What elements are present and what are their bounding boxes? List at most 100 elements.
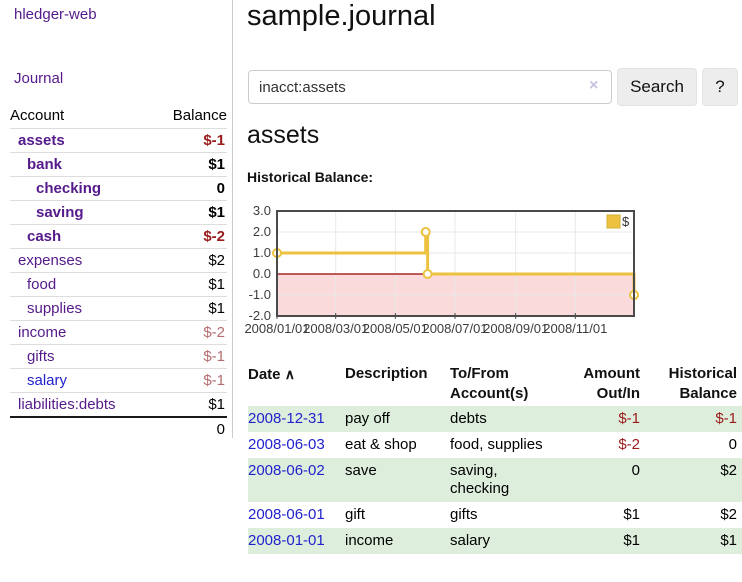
account-row: salary $-1 <box>10 369 227 393</box>
sidebar-item-journal[interactable]: Journal <box>14 70 63 87</box>
column-header-date[interactable]: Date ∧ <box>248 362 345 406</box>
transaction-date-link[interactable]: 2008-12-31 <box>248 410 325 427</box>
legend-swatch <box>607 215 620 228</box>
clear-search-icon[interactable]: × <box>589 78 598 94</box>
transaction-description: eat & shop <box>345 432 450 458</box>
sort-ascending-icon: ∧ <box>285 366 295 382</box>
account-page-title: assets <box>247 121 319 150</box>
x-axis-tick-label: 2008/03/01 <box>303 321 368 336</box>
accounts-balance-table: Account Balance assets$-1bank$1checking0… <box>10 103 227 441</box>
account-link[interactable]: cash <box>27 228 61 245</box>
transaction-date-link[interactable]: 2008-06-02 <box>248 462 325 479</box>
transaction-description: save <box>345 458 450 502</box>
transaction-row: 2008-12-31pay offdebts$-1$-1 <box>248 406 742 432</box>
column-header-accounts: To/From Account(s) <box>450 362 570 406</box>
column-header-balance: Historical Balance <box>640 362 742 406</box>
account-balance: $1 <box>153 393 227 418</box>
account-balance: $-1 <box>153 345 227 369</box>
account-row: liabilities:debts $1 <box>10 393 227 418</box>
account-link[interactable]: assets <box>18 132 65 149</box>
amount-header-line2: Out/In <box>597 385 640 402</box>
transaction-description: pay off <box>345 406 450 432</box>
transaction-row: 2008-06-03 eat & shopfood, supplies$-20 <box>248 432 742 458</box>
x-axis-tick-label: 2008/01/01 <box>244 321 309 336</box>
date-header-label: Date <box>248 366 281 383</box>
transaction-amount: 0 <box>570 458 640 502</box>
account-balance: $-1 <box>153 129 227 153</box>
account-row: bank $1 <box>10 153 227 177</box>
account-link[interactable]: supplies <box>27 300 82 317</box>
account-link[interactable]: liabilities:debts <box>18 396 116 413</box>
account-row: cash $-2 <box>10 225 227 249</box>
account-balance: $1 <box>153 153 227 177</box>
transaction-date-link[interactable]: 2008-06-03 <box>248 436 325 453</box>
x-axis-tick-label: 2008/09/01 <box>483 321 548 336</box>
account-link[interactable]: food <box>27 276 56 293</box>
legend-label: $ <box>622 214 630 229</box>
transaction-balance: $1 <box>640 528 742 554</box>
page-title: sample.journal <box>247 0 436 33</box>
account-link[interactable]: income <box>18 324 66 341</box>
transaction-balance: $-1 <box>640 406 742 432</box>
data-point-marker <box>422 228 430 236</box>
x-axis-tick-label: 2008/11/01 <box>543 321 607 336</box>
accounts-total-balance: 0 <box>153 417 227 441</box>
x-axis-tick-label: 2008/05/01 <box>363 321 428 336</box>
y-axis-tick-label: 2.0 <box>253 224 271 239</box>
account-balance: $-2 <box>153 321 227 345</box>
transaction-accounts: salary <box>450 528 570 554</box>
transaction-amount: $-2 <box>570 432 640 458</box>
help-button[interactable]: ? <box>702 68 738 106</box>
transaction-amount: $1 <box>570 528 640 554</box>
account-row: supplies $1 <box>10 297 227 321</box>
transaction-accounts: food, supplies <box>450 432 570 458</box>
transaction-accounts: debts <box>450 406 570 432</box>
search-input[interactable] <box>248 70 612 104</box>
transaction-date-link[interactable]: 2008-06-01 <box>248 506 325 523</box>
account-link[interactable]: checking <box>36 180 101 197</box>
account-row: income $-2 <box>10 321 227 345</box>
transaction-balance: $2 <box>640 458 742 502</box>
transaction-date-link[interactable]: 2008-01-01 <box>248 532 325 549</box>
account-balance: $1 <box>153 297 227 321</box>
search-button[interactable]: Search <box>617 68 697 106</box>
transaction-row: 2008-06-02 savesaving, checking0$2 <box>248 458 742 502</box>
accounts-column-header: Account <box>10 103 153 129</box>
column-header-description: Description <box>345 362 450 406</box>
transaction-accounts: saving, checking <box>450 458 570 502</box>
y-axis-tick-label: 3.0 <box>253 203 271 218</box>
historical-balance-chart[interactable]: $3.02.01.00.0-1.0-2.02008/01/012008/03/0… <box>240 203 660 341</box>
balance-header-line2: Balance <box>679 385 737 402</box>
amount-header-line1: Amount <box>583 365 640 382</box>
account-row: assets $-1 <box>10 129 227 153</box>
account-row: saving $1 <box>10 201 227 225</box>
accounts-header-line1: To/From <box>450 365 509 382</box>
account-balance: $-2 <box>153 225 227 249</box>
sidebar-divider <box>232 0 233 438</box>
chart-heading: Historical Balance: <box>247 169 373 185</box>
account-link[interactable]: salary <box>27 372 67 389</box>
balance-header-line1: Historical <box>669 365 737 382</box>
account-link[interactable]: expenses <box>18 252 82 269</box>
data-point-marker <box>424 270 432 278</box>
transaction-balance: $2 <box>640 502 742 528</box>
transaction-row: 2008-06-01giftgifts$1$2 <box>248 502 742 528</box>
transaction-amount: $1 <box>570 502 640 528</box>
account-row: food $1 <box>10 273 227 297</box>
app-brand-link[interactable]: hledger-web <box>14 6 97 23</box>
account-balance: $1 <box>153 273 227 297</box>
account-balance: $1 <box>153 201 227 225</box>
accounts-header-line2: Account(s) <box>450 385 528 402</box>
accounts-table-body: assets$-1bank$1checking0saving$1cash$-2e… <box>10 129 227 418</box>
transaction-balance: 0 <box>640 432 742 458</box>
account-balance: $-1 <box>153 369 227 393</box>
transaction-accounts: gifts <box>450 502 570 528</box>
y-axis-tick-label: 1.0 <box>253 245 271 260</box>
account-link[interactable]: gifts <box>27 348 55 365</box>
account-link[interactable]: saving <box>36 204 84 221</box>
y-axis-tick-label: 0.0 <box>253 266 271 281</box>
account-balance: $2 <box>153 249 227 273</box>
account-row: gifts $-1 <box>10 345 227 369</box>
account-link[interactable]: bank <box>27 156 62 173</box>
transaction-description: income <box>345 528 450 554</box>
